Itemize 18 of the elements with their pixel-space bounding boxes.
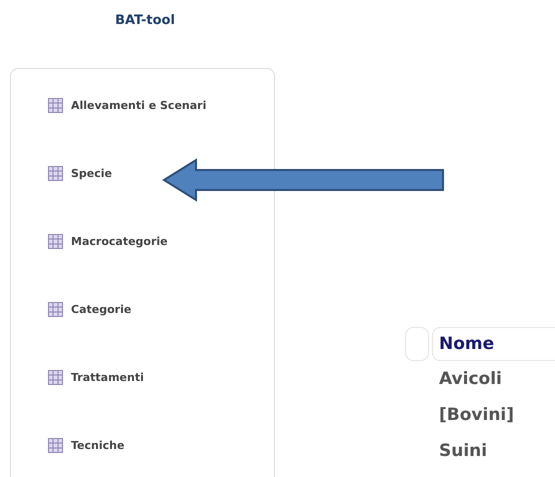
sidebar-item[interactable]: Tecniche <box>48 435 124 455</box>
header-cell <box>405 327 429 361</box>
table-icon <box>48 234 63 248</box>
table-icon <box>48 370 63 384</box>
table-icon <box>48 98 63 112</box>
app-title: BAT-tool <box>114 13 176 28</box>
sidebar-item[interactable]: Macrocategorie <box>48 231 168 251</box>
sidebar-item[interactable]: Specie <box>48 163 112 183</box>
table-cell-text: Avicoli <box>438 368 503 391</box>
column-header[interactable]: Nome <box>432 327 555 361</box>
sidebar-item[interactable]: Trattamenti <box>48 367 144 387</box>
sidebar-item[interactable]: Categorie <box>48 299 132 319</box>
sidebar-item[interactable]: Allevamenti e Scenari <box>48 95 206 115</box>
table-icon <box>48 302 63 316</box>
table-icon <box>48 438 63 452</box>
table-cell-text: Suini <box>438 440 488 463</box>
table-icon <box>48 166 63 180</box>
table-cell-text: [Bovini] <box>438 404 516 427</box>
